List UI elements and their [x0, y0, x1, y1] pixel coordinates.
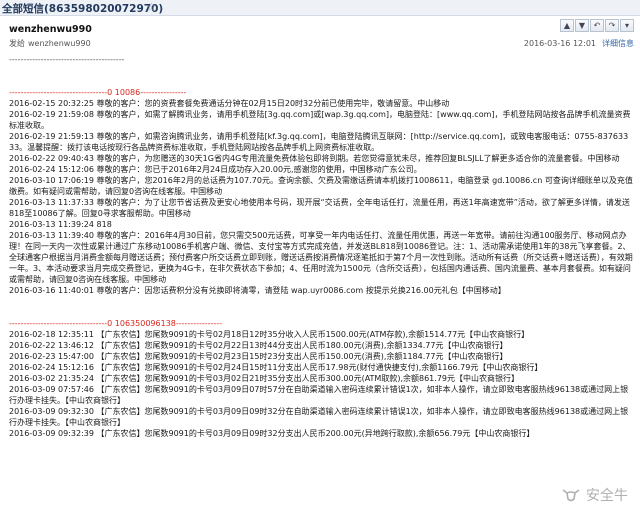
ox-logo-icon	[562, 489, 580, 502]
message-datetime-line: 2016-03-16 12:01 详细信息	[524, 38, 634, 49]
sms-message: 2016-03-13 11:39:24 818	[9, 220, 112, 229]
reply-button[interactable]: ↶	[590, 19, 604, 32]
block1-messages: 2016-02-15 20:32:25 尊敬的客户：您的资费套餐免费通话分钟在0…	[9, 98, 633, 296]
message-body: ----------------------------------------…	[9, 54, 633, 439]
sms-message: 2016-03-13 11:39:40 尊敬的客户：2016年4月30日前，您只…	[9, 231, 633, 284]
block2-messages: 2016-02-18 12:35:11 【广东农信】您尾数9091的卡号02月1…	[9, 329, 633, 439]
sms-message: 2016-02-24 15:12:16 【广东农信】您尾数9091的卡号02月2…	[9, 363, 543, 372]
forward-button[interactable]: ↷	[605, 19, 619, 32]
sms-message: 2016-03-10 17:06:19 尊敬的客户，您2016年2月的总话费为1…	[9, 176, 633, 196]
message-datetime: 2016-03-16 12:01	[523, 39, 596, 48]
window-titlebar: 全部短信(863598020072970) ☆	[0, 0, 640, 16]
next-message-button[interactable]: ▼	[575, 19, 589, 32]
star-icon[interactable]: ☆	[146, 0, 157, 14]
sms-message: 2016-03-02 21:35:24 【广东农信】您尾数9091的卡号03月0…	[9, 374, 519, 383]
sms-message: 2016-03-16 11:40:01 尊敬的客户：因您话费积分没有兑换即将清零…	[9, 286, 506, 295]
message-header: wenzhenwu990 发给 wenzhenwu990 2016-03-16 1…	[0, 16, 640, 52]
sms-message: 2016-03-09 09:32:30 【广东农信】您尾数9091的卡号03月0…	[9, 407, 629, 427]
previous-message-button[interactable]: ▲	[560, 19, 574, 32]
recipient-line: 发给 wenzhenwu990	[9, 38, 91, 49]
recipient-name: wenzhenwu990	[28, 39, 91, 48]
watermark-text: 安全牛	[586, 488, 628, 504]
more-actions-button[interactable]: ▾	[620, 19, 634, 32]
watermark: 安全牛	[561, 485, 628, 505]
block1-sender: 0 10086	[107, 88, 141, 97]
sms-message: 2016-02-19 21:59:08 尊敬的客户，如需了解腾讯业务，请用手机登…	[9, 110, 631, 130]
sms-message: 2016-02-22 13:46:12 【广东农信】您尾数9091的卡号02月2…	[9, 341, 508, 350]
sms-message: 2016-02-24 15:12:06 尊敬的客户：您已于2016年2月24日成…	[9, 165, 422, 174]
sms-message: 2016-02-23 15:47:00 【广东农信】您尾数9091的卡号02月2…	[9, 352, 508, 361]
sms-message: 2016-02-22 09:40:43 尊敬的客户，为您赠送的30天1G省内4G…	[9, 154, 620, 163]
sms-message: 2016-02-19 21:59:13 尊敬的客户，如需咨询腾讯业务，请用手机登…	[9, 132, 629, 152]
top-separator: ----------------------------------------	[9, 55, 125, 64]
block1-header: ----------------------------------0 1008…	[9, 88, 187, 97]
message-controls: ▲ ▼ ↶ ↷ ▾	[560, 19, 634, 32]
recipient-label: 发给	[9, 39, 25, 48]
sms-message: 2016-02-18 12:35:11 【广东农信】您尾数9091的卡号02月1…	[9, 330, 530, 339]
sms-message: 2016-03-09 09:32:39 【广东农信】您尾数9091的卡号03月0…	[9, 429, 535, 438]
window-title: 全部短信(863598020072970)	[2, 3, 164, 15]
sms-message: 2016-03-13 11:37:33 尊敬的客户：为了让您节省话费及更安心地使…	[9, 198, 630, 218]
sms-message: 2016-02-15 20:32:25 尊敬的客户：您的资费套餐免费通话分钟在0…	[9, 99, 450, 108]
details-link[interactable]: 详细信息	[602, 39, 634, 48]
block2-header: ----------------------------------0 1063…	[9, 319, 223, 328]
block2-sender: 0 106350096138	[107, 319, 176, 328]
sms-message: 2016-03-09 07:57:46 【广东农信】您尾数9091的卡号03月0…	[9, 385, 629, 405]
sender-name: wenzhenwu990	[9, 24, 92, 35]
